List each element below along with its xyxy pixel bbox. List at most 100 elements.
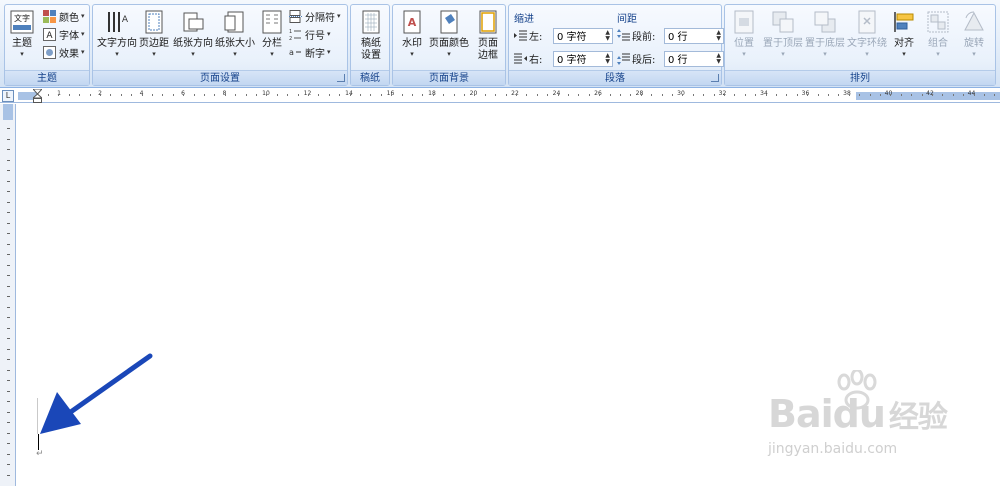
spinner-arrows-icon[interactable]: ▲ ▼ — [716, 52, 723, 65]
watermark-url: jingyan.baidu.com — [768, 441, 898, 457]
group-manuscript: 稿纸设置 稿纸 — [350, 4, 390, 86]
ruler-tick — [682, 94, 683, 96]
columns-button[interactable]: 分栏 ▾ — [259, 9, 285, 58]
text-direction-button[interactable]: A 文字方向 ▾ — [97, 9, 137, 58]
indent-left-value: 0 字符 — [557, 32, 587, 43]
indent-right-spinner[interactable]: 0 字符 ▲ ▼ — [553, 50, 613, 67]
chevron-down-icon: ▾ — [81, 48, 85, 56]
ruler-tick — [183, 94, 184, 96]
fonts-button[interactable]: A 字体 ▾ — [43, 27, 85, 42]
spacing-before-row: 段前: 0 行 ▲ ▼ — [617, 27, 724, 44]
page-borders-button[interactable]: 页面边框 — [475, 9, 501, 62]
ruler-tick — [578, 94, 579, 96]
spinner-arrows-icon[interactable]: ▲ ▼ — [605, 52, 612, 65]
columns-icon — [259, 9, 285, 35]
theme-button[interactable]: 文字 主题 ▾ — [9, 9, 35, 58]
indent-left-spinner[interactable]: 0 字符 ▲ ▼ — [553, 27, 613, 44]
ruler-tick — [724, 94, 725, 96]
chevron-down-icon: ▾ — [337, 12, 341, 20]
ruler-tick — [100, 94, 101, 96]
ruler-number: 30 — [677, 90, 685, 97]
ruler-tick — [474, 94, 475, 96]
ruler-tick — [620, 94, 621, 96]
vertical-ruler-tick — [7, 359, 10, 360]
tab-selector[interactable]: L — [2, 90, 14, 102]
watermark-icon: A — [399, 9, 425, 35]
spinner-arrows-icon[interactable]: ▲ ▼ — [605, 29, 612, 42]
ruler-tick — [142, 94, 143, 96]
vertical-ruler-tick — [7, 443, 10, 444]
send-back-button[interactable]: 置于底层 ▾ — [805, 9, 845, 58]
ruler-tick — [246, 94, 247, 96]
group-button[interactable]: 组合 ▾ — [925, 9, 951, 58]
ruler-tick — [911, 94, 912, 96]
chevron-down-icon: ▾ — [327, 48, 331, 56]
ruler-tick — [516, 94, 517, 96]
align-icon — [891, 9, 917, 35]
colors-button[interactable]: 颜色 ▾ — [43, 9, 85, 24]
bring-front-button[interactable]: 置于顶层 ▾ — [763, 9, 803, 58]
effects-button[interactable]: 效果 ▾ — [43, 45, 85, 60]
svg-text:文字: 文字 — [14, 13, 30, 23]
line-numbers-button[interactable]: 12 行号 ▾ — [289, 27, 331, 42]
paper-size-icon — [222, 9, 248, 35]
hyphenation-button[interactable]: a 断字 ▾ — [289, 45, 331, 60]
horizontal-ruler[interactable]: L 12468101214161820222426283032343638404… — [0, 89, 1000, 103]
ruler-tick — [69, 94, 70, 96]
ruler-tick — [963, 94, 964, 96]
send-back-label: 置于底层 — [805, 38, 845, 49]
vertical-ruler-tick — [7, 338, 10, 339]
ruler-tick — [235, 94, 236, 96]
spacing-after-spinner[interactable]: 0 行 ▲ ▼ — [664, 50, 724, 67]
margins-button[interactable]: 页边距 ▾ — [139, 9, 169, 58]
spacing-before-spinner[interactable]: 0 行 ▲ ▼ — [664, 27, 724, 44]
chevron-down-icon: ▾ — [936, 50, 940, 58]
position-button[interactable]: 位置 ▾ — [731, 9, 757, 58]
paragraph-dialog-launcher[interactable] — [711, 74, 719, 82]
group-label-page-setup: 页面设置 — [93, 70, 347, 85]
text-wrap-button[interactable]: 文字环绕 ▾ — [847, 9, 887, 58]
group-label: 组合 — [928, 38, 948, 49]
page-color-button[interactable]: 页面颜色 ▾ — [429, 9, 469, 58]
ruler-tick — [776, 94, 777, 96]
vertical-ruler[interactable] — [0, 104, 16, 486]
vertical-ruler-tick — [7, 433, 10, 434]
ruler-tick — [818, 94, 819, 96]
ruler-tick — [797, 94, 798, 96]
spacing-after-icon — [617, 53, 630, 65]
ruler-tick — [734, 94, 735, 96]
ruler-tick — [225, 94, 226, 96]
vertical-ruler-tick — [7, 422, 10, 423]
ruler-tick — [298, 94, 299, 96]
ruler-tick — [558, 94, 559, 96]
group-paragraph: 缩进 间距 左: 0 字符 ▲ ▼ 右: 0 字符 ▲ ▼ 段前: 0 行 ▲ ▼ — [508, 4, 724, 86]
position-label: 位置 — [734, 38, 754, 49]
spinner-arrows-icon[interactable]: ▲ ▼ — [716, 29, 723, 42]
ruler-tick — [308, 94, 309, 96]
size-button[interactable]: 纸张大小 ▾ — [215, 9, 255, 58]
chevron-down-icon: ▾ — [191, 50, 195, 58]
ruler-tick — [194, 94, 195, 96]
orientation-button[interactable]: 纸张方向 ▾ — [173, 9, 213, 58]
ruler-tick — [714, 94, 715, 96]
margins-label: 页边距 — [139, 38, 169, 49]
indent-right-icon — [514, 53, 527, 64]
ruler-tick — [547, 94, 548, 96]
rotate-button[interactable]: 旋转 ▾ — [961, 9, 987, 58]
group-theme: 文字 主题 ▾ 颜色 ▾ A 字体 ▾ 效果 ▾ 主题 — [4, 4, 90, 86]
vertical-ruler-tick — [7, 317, 10, 318]
effects-label: 效果 — [59, 48, 79, 60]
ruler-tick — [454, 94, 455, 96]
manuscript-setup-button[interactable]: 稿纸设置 — [358, 9, 384, 62]
align-button[interactable]: 对齐 ▾ — [891, 9, 917, 58]
ruler-tick — [173, 94, 174, 96]
watermark-label: 水印 — [402, 38, 422, 49]
watermark-button[interactable]: A 水印 ▾ — [399, 9, 425, 58]
ruler-tick — [464, 94, 465, 96]
indent-marker-icon[interactable] — [33, 89, 42, 103]
text-direction-label: 文字方向 — [97, 38, 137, 49]
breaks-button[interactable]: 分隔符 ▾ — [289, 9, 341, 24]
indent-right-row: 右: 0 字符 ▲ ▼ — [514, 50, 613, 67]
page-setup-dialog-launcher[interactable] — [337, 74, 345, 82]
chevron-down-icon: ▾ — [447, 50, 451, 58]
